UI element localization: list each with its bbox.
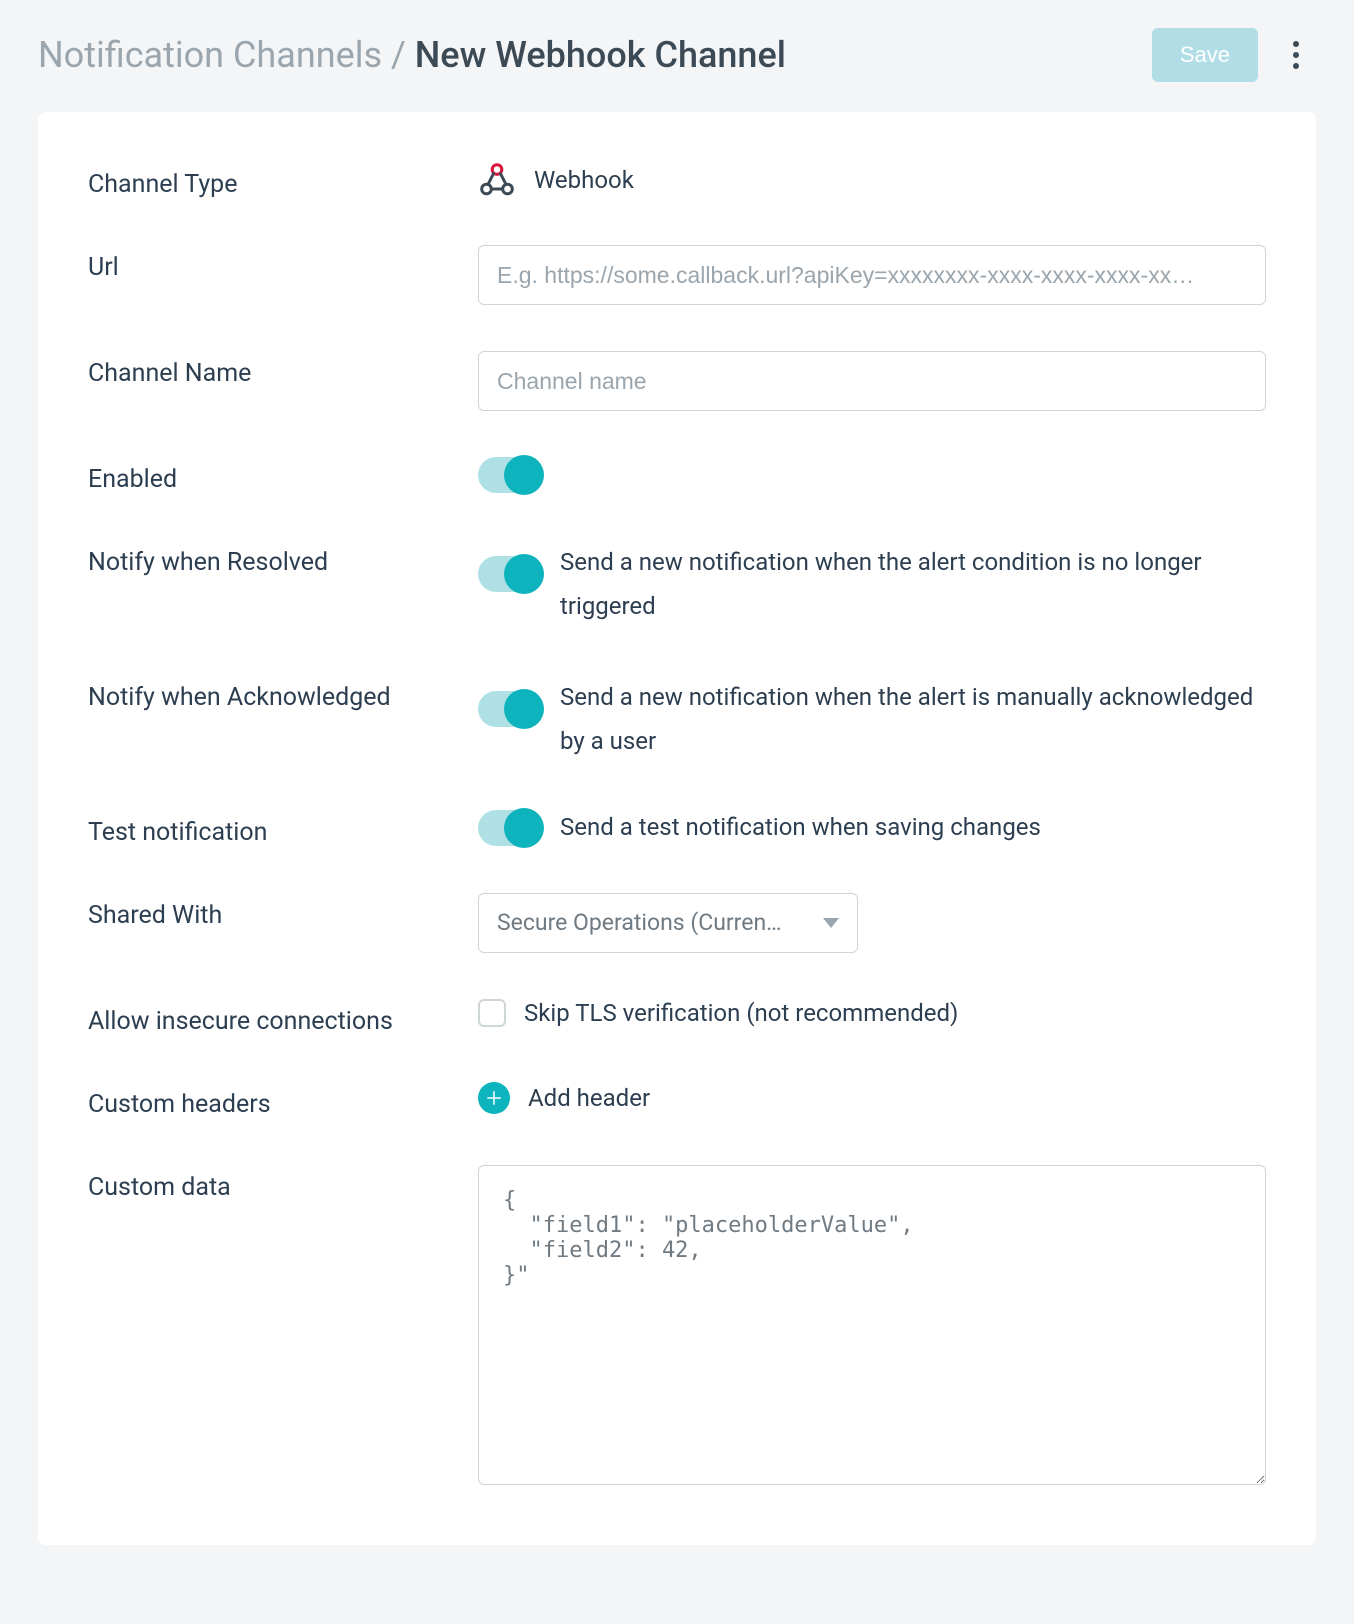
- label-custom-data: Custom data: [88, 1165, 478, 1202]
- form-card: Channel Type Webhook Url Channel Name: [38, 112, 1316, 1545]
- add-header-button[interactable]: [478, 1082, 510, 1114]
- save-button[interactable]: Save: [1152, 28, 1258, 82]
- breadcrumb-sep: /: [382, 34, 415, 76]
- notify-ack-toggle[interactable]: [478, 691, 542, 727]
- custom-data-textarea[interactable]: [478, 1165, 1266, 1485]
- label-channel-type: Channel Type: [88, 162, 478, 199]
- chevron-down-icon: [823, 918, 839, 928]
- row-enabled: Enabled: [88, 457, 1266, 494]
- label-test: Test notification: [88, 810, 478, 847]
- label-shared-with: Shared With: [88, 893, 478, 930]
- breadcrumb-parent[interactable]: Notification Channels: [38, 34, 382, 76]
- row-shared-with: Shared With Secure Operations (Curren…: [88, 893, 1266, 953]
- add-header-label[interactable]: Add header: [528, 1084, 650, 1112]
- row-url: Url: [88, 245, 1266, 305]
- row-insecure: Allow insecure connections Skip TLS veri…: [88, 999, 1266, 1036]
- breadcrumb-current: New Webhook Channel: [415, 34, 786, 76]
- row-channel-name: Channel Name: [88, 351, 1266, 411]
- label-insecure: Allow insecure connections: [88, 999, 478, 1036]
- test-toggle[interactable]: [478, 810, 542, 846]
- shared-with-select[interactable]: Secure Operations (Curren…: [478, 893, 858, 953]
- more-menu-icon[interactable]: [1276, 35, 1316, 75]
- label-notify-ack: Notify when Acknowledged: [88, 675, 478, 712]
- row-notify-resolved: Notify when Resolved Send a new notifica…: [88, 540, 1266, 629]
- page-header: Notification Channels / New Webhook Chan…: [0, 0, 1354, 102]
- field-channel-type: Webhook: [478, 162, 1266, 198]
- row-headers: Custom headers Add header: [88, 1082, 1266, 1119]
- enabled-toggle[interactable]: [478, 457, 542, 493]
- notify-resolved-desc: Send a new notification when the alert c…: [560, 540, 1266, 629]
- breadcrumb: Notification Channels / New Webhook Chan…: [38, 34, 1152, 76]
- notify-resolved-toggle[interactable]: [478, 556, 542, 592]
- webhook-icon: [478, 162, 516, 198]
- row-channel-type: Channel Type Webhook: [88, 162, 1266, 199]
- shared-with-value: Secure Operations (Curren…: [497, 909, 782, 936]
- url-input[interactable]: [478, 245, 1266, 305]
- channel-type-value: Webhook: [534, 166, 634, 194]
- test-desc: Send a test notification when saving cha…: [560, 813, 1041, 842]
- label-notify-resolved: Notify when Resolved: [88, 540, 478, 577]
- row-custom-data: Custom data: [88, 1165, 1266, 1485]
- notify-ack-desc: Send a new notification when the alert i…: [560, 675, 1266, 764]
- row-notify-ack: Notify when Acknowledged Send a new noti…: [88, 675, 1266, 764]
- channel-name-input[interactable]: [478, 351, 1266, 411]
- label-url: Url: [88, 245, 478, 282]
- insecure-desc: Skip TLS verification (not recommended): [524, 999, 958, 1027]
- label-enabled: Enabled: [88, 457, 478, 494]
- insecure-checkbox[interactable]: [478, 999, 506, 1027]
- label-headers: Custom headers: [88, 1082, 478, 1119]
- row-test: Test notification Send a test notificati…: [88, 810, 1266, 847]
- label-channel-name: Channel Name: [88, 351, 478, 388]
